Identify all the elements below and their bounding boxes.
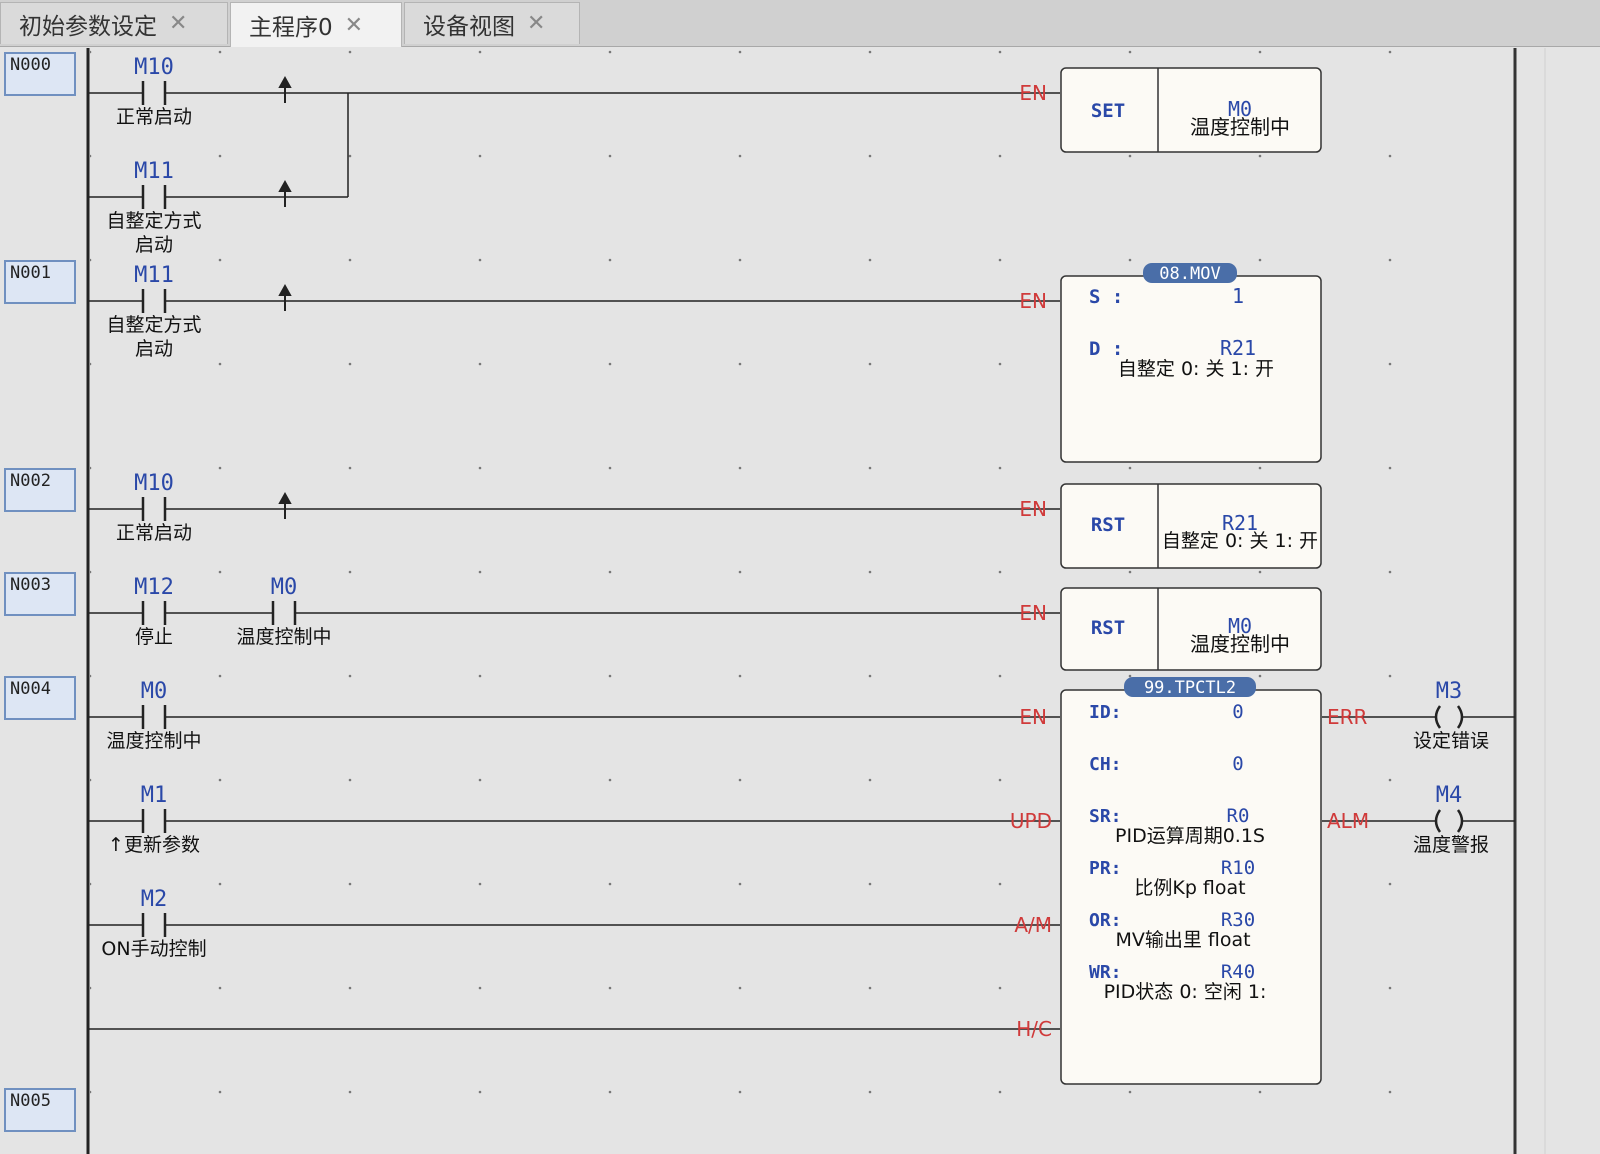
- contact-comment: 停止: [135, 626, 173, 648]
- contact-device: M11: [134, 159, 174, 184]
- tpctl-param-comment: PID运算周期0.1S: [1115, 825, 1265, 847]
- tpctl-param-value: 0: [1232, 753, 1243, 775]
- coil-comment: 设定错误: [1413, 730, 1489, 752]
- mov-d-comment: 自整定 0: 关 1: 开: [1118, 358, 1274, 380]
- tpctl-param-comment: 比例Kp float: [1134, 877, 1245, 899]
- pin-am: A/M: [1014, 913, 1052, 937]
- pin-en: EN: [1019, 497, 1047, 521]
- tpctl-param-comment: PID状态 0: 空闲 1:: [1104, 981, 1267, 1003]
- contact-device: M12: [134, 575, 174, 600]
- mov-title: 08.MOV: [1159, 264, 1220, 284]
- contact-device: M0: [271, 575, 298, 600]
- rst-comment: 温度控制中: [1190, 632, 1290, 656]
- tpctl-param-value: R10: [1221, 857, 1255, 879]
- tpctl-title: 99.TPCTL2: [1144, 678, 1236, 698]
- contact-device: M10: [134, 471, 174, 496]
- contact-device: M10: [134, 55, 174, 80]
- pin-upd: UPD: [1010, 809, 1052, 833]
- contact-comment: 温度控制中: [236, 626, 331, 648]
- pin-en: EN: [1019, 289, 1047, 313]
- contact-device: M0: [141, 679, 168, 704]
- contact-comment: 启动: [135, 338, 173, 360]
- pin-hc: H/C: [1016, 1017, 1052, 1041]
- pin-err: ERR: [1327, 705, 1368, 729]
- coil-comment: 温度警报: [1413, 834, 1489, 856]
- contact-comment: 自整定方式: [106, 314, 201, 336]
- pin-en: EN: [1019, 705, 1047, 729]
- tpctl-param-value: 0: [1232, 701, 1243, 723]
- pin-en: EN: [1019, 601, 1047, 625]
- tpctl-param-label: CH:: [1089, 754, 1122, 775]
- coil-device: M4: [1436, 783, 1463, 808]
- contact-comment: 正常启动: [116, 106, 192, 128]
- contact-device: M1: [141, 783, 168, 808]
- contact-device: M11: [134, 263, 174, 288]
- rst-op: RST: [1091, 617, 1125, 639]
- tpctl-param-label: WR:: [1089, 962, 1122, 983]
- contact-device: M2: [141, 887, 168, 912]
- rst-op: RST: [1091, 514, 1125, 536]
- pin-alm: ALM: [1327, 809, 1369, 833]
- tpctl-param-label: SR:: [1089, 806, 1122, 827]
- contact-comment: 正常启动: [116, 522, 192, 544]
- set-comment: 温度控制中: [1190, 115, 1290, 139]
- coil-device: M3: [1436, 679, 1463, 704]
- mov-s-value: 1: [1232, 284, 1244, 308]
- tpctl-param-label: ID:: [1089, 702, 1122, 723]
- mov-s-label: S :: [1089, 286, 1123, 308]
- mov-d-label: D :: [1089, 338, 1123, 360]
- tpctl-param-comment: MV输出里 float: [1115, 929, 1250, 951]
- tpctl-param-label: PR:: [1089, 858, 1122, 879]
- mov-d-value: R21: [1220, 336, 1256, 360]
- contact-comment: ↑更新参数: [108, 834, 200, 856]
- ladder-diagram: M10正常启动M11自整定方式启动M11自整定方式启动M10正常启动M12停止M…: [86, 48, 1546, 1154]
- pin-en: EN: [1019, 81, 1047, 105]
- set-op: SET: [1091, 100, 1125, 122]
- contact-comment: 自整定方式: [106, 210, 201, 232]
- contact-comment: 温度控制中: [106, 730, 201, 752]
- rst-comment: 自整定 0: 关 1: 开: [1162, 530, 1318, 552]
- tpctl-param-label: OR:: [1089, 910, 1122, 931]
- contact-comment: ON手动控制: [101, 938, 206, 960]
- tpctl-param-value: R40: [1221, 961, 1255, 983]
- contact-comment: 启动: [135, 234, 173, 256]
- tpctl-param-value: R0: [1227, 805, 1250, 827]
- tpctl-param-value: R30: [1221, 909, 1255, 931]
